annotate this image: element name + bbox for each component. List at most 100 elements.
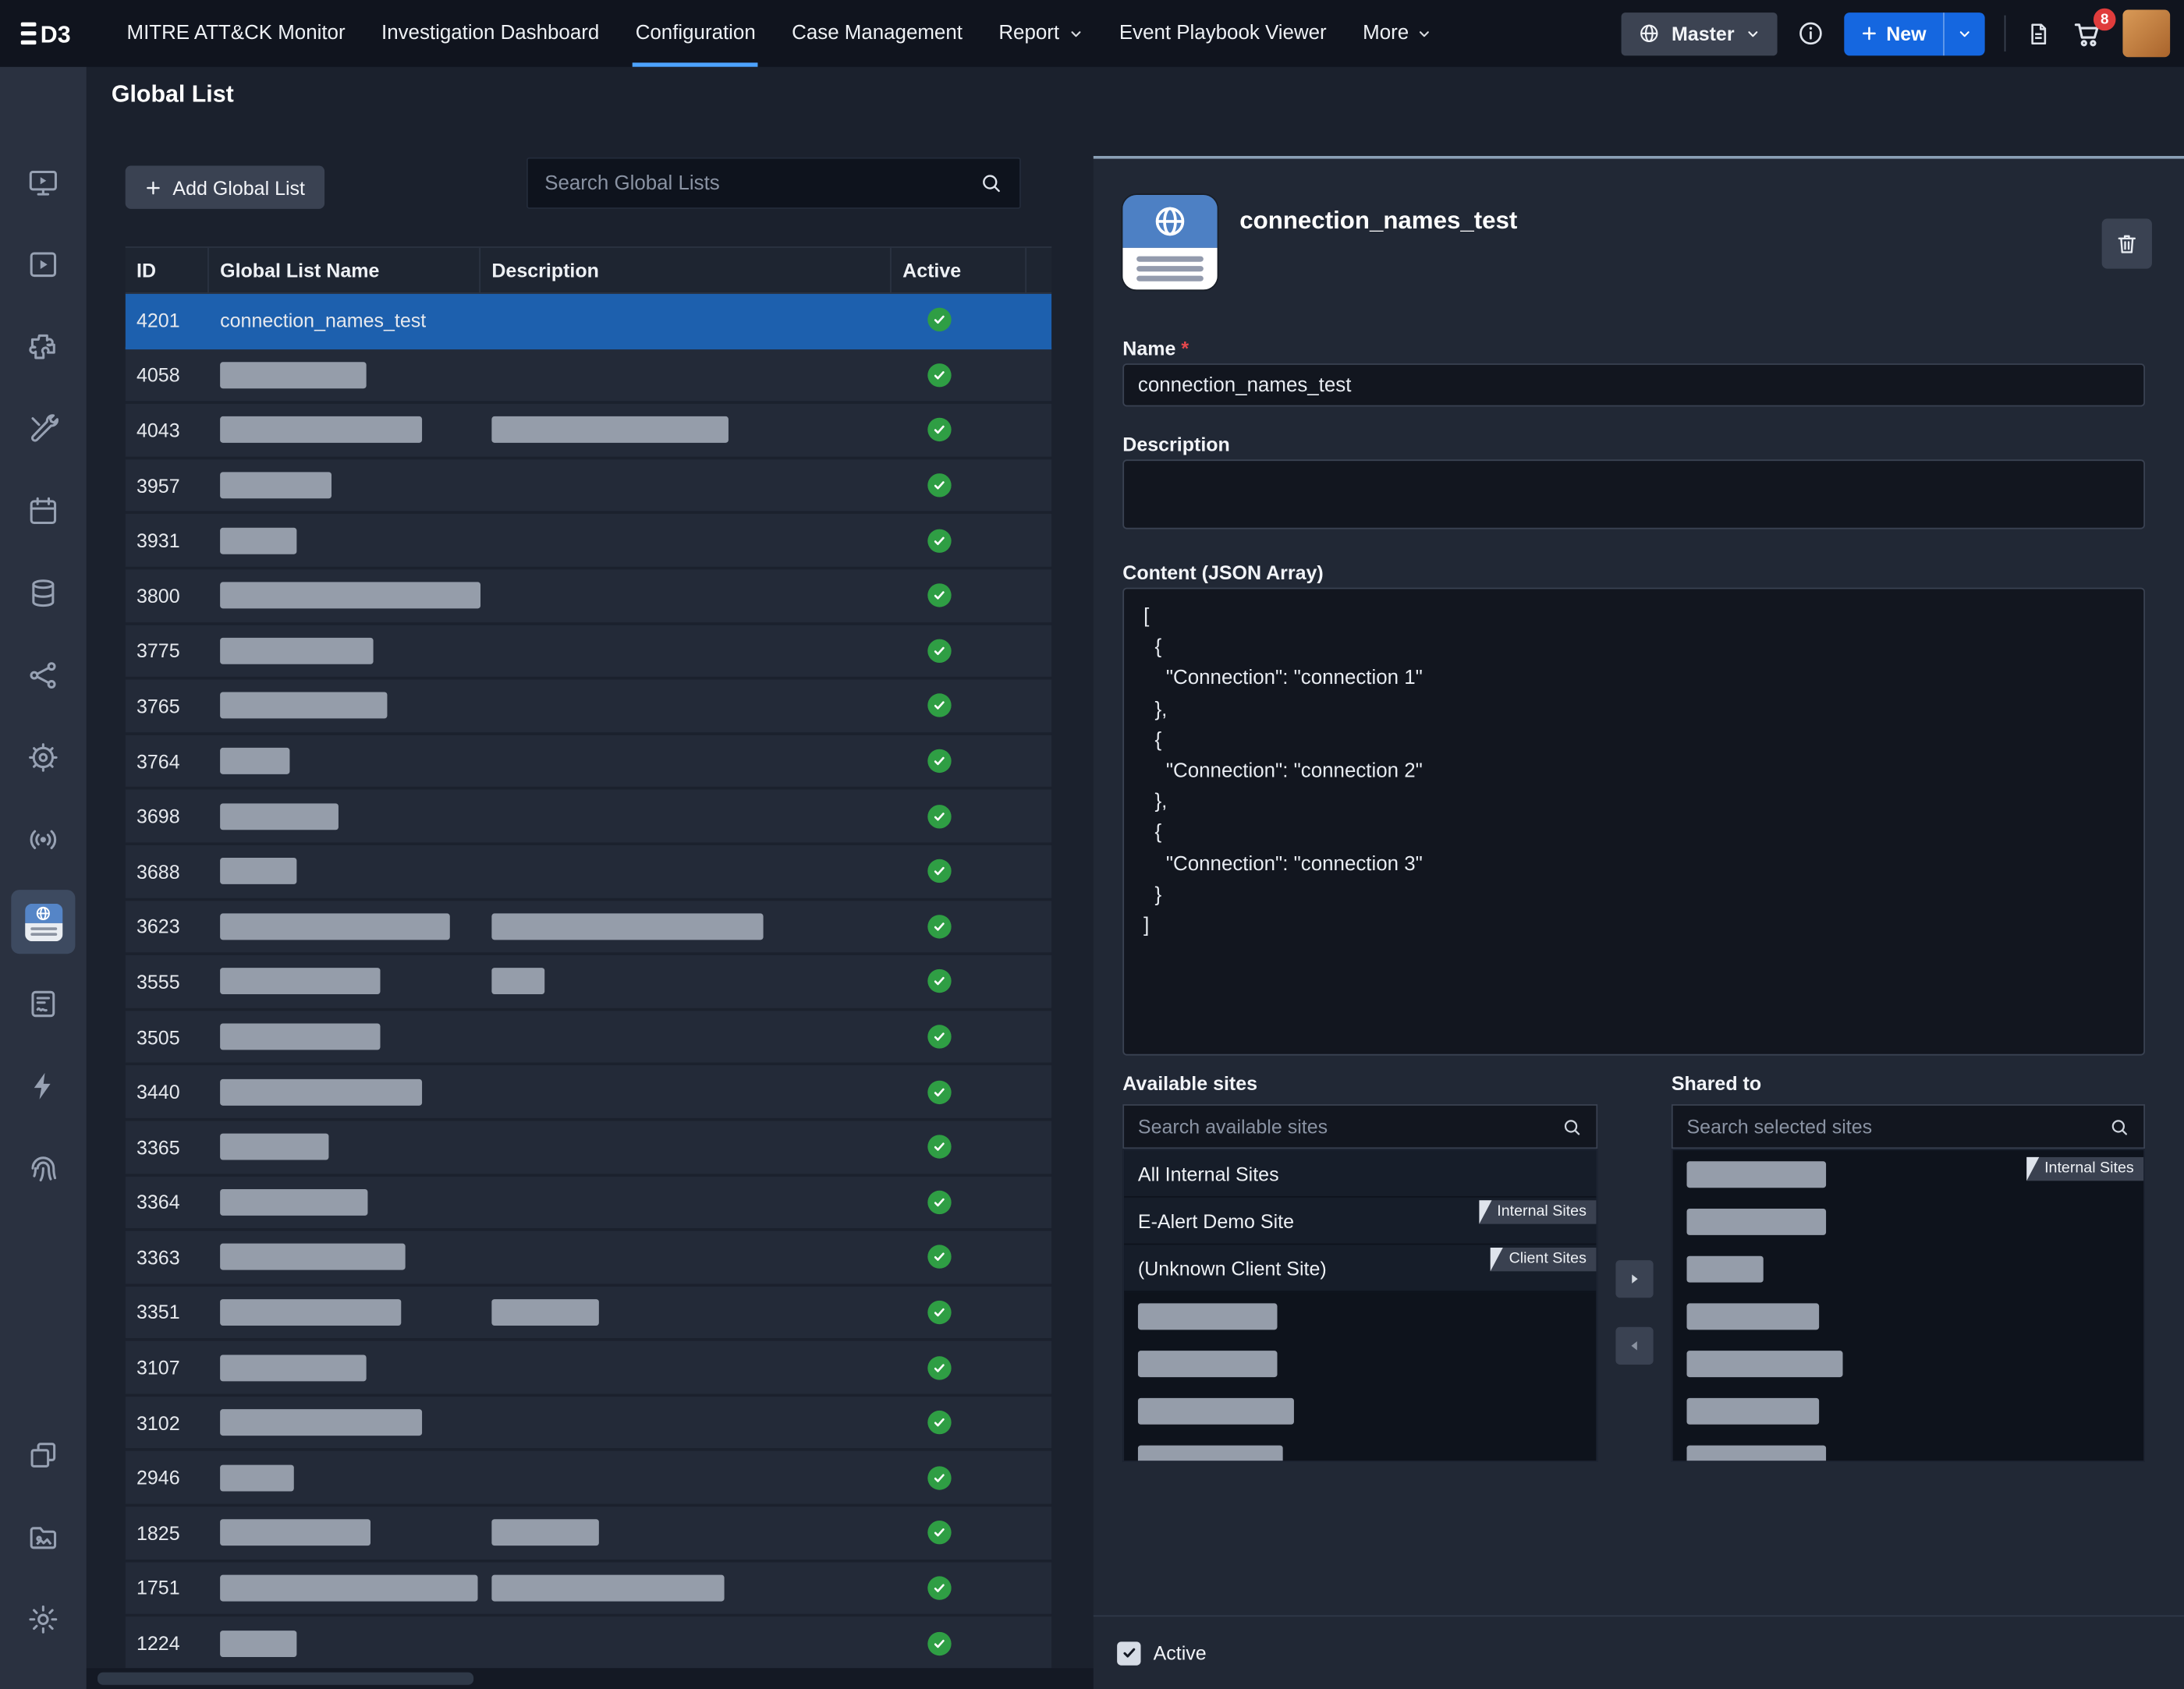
site-item[interactable] bbox=[1124, 1340, 1596, 1387]
sidebar-item-dashboards[interactable] bbox=[11, 150, 75, 214]
sidebar-item-playbooks[interactable] bbox=[11, 232, 75, 296]
table-row[interactable]: 4043 bbox=[126, 404, 1051, 459]
table-row[interactable]: 3440 bbox=[126, 1066, 1051, 1121]
sidebar-item-connections[interactable] bbox=[11, 643, 75, 707]
redacted-name bbox=[220, 582, 480, 609]
table-row[interactable]: 3764 bbox=[126, 735, 1051, 790]
table-row[interactable]: 3623 bbox=[126, 901, 1051, 956]
d3-logo[interactable]: D3 bbox=[20, 16, 83, 50]
sidebar-item-settings[interactable] bbox=[11, 1588, 75, 1652]
row-spacer bbox=[1026, 459, 1051, 512]
info-icon[interactable] bbox=[1797, 19, 1825, 48]
sidebar-item-integrations[interactable] bbox=[11, 315, 75, 379]
row-name bbox=[209, 901, 480, 953]
user-avatar[interactable] bbox=[2122, 9, 2170, 57]
move-right-button[interactable] bbox=[1615, 1260, 1653, 1298]
table-row[interactable]: 3765 bbox=[126, 680, 1051, 735]
row-description bbox=[480, 294, 892, 346]
row-description bbox=[480, 1617, 892, 1669]
table-row[interactable]: 3364 bbox=[126, 1176, 1051, 1231]
row-spacer bbox=[1026, 735, 1051, 787]
table-row[interactable]: 4058 bbox=[126, 349, 1051, 404]
site-item[interactable] bbox=[1673, 1198, 2144, 1245]
notifications-cart-icon[interactable]: 8 bbox=[2071, 17, 2103, 49]
sidebar-item-global-lists[interactable] bbox=[11, 890, 75, 954]
sidebar-item-fingerprint[interactable] bbox=[11, 1136, 75, 1200]
delete-button[interactable] bbox=[2102, 218, 2152, 268]
sidebar-item-api-settings[interactable] bbox=[11, 725, 75, 789]
table-row[interactable]: 3102 bbox=[126, 1397, 1051, 1452]
sidebar-item-data-management[interactable] bbox=[11, 561, 75, 625]
table-row[interactable]: 3800 bbox=[126, 569, 1051, 625]
table-row[interactable]: 3505 bbox=[126, 1011, 1051, 1066]
site-item[interactable] bbox=[1124, 1292, 1596, 1340]
scrollbar-thumb[interactable] bbox=[98, 1673, 473, 1685]
nav-item[interactable]: MITRE ATT&CK Monitor bbox=[108, 0, 363, 67]
nav-item[interactable]: Configuration bbox=[617, 0, 773, 67]
new-dropdown-caret[interactable] bbox=[1943, 12, 1985, 55]
name-input[interactable] bbox=[1122, 363, 2145, 406]
description-input[interactable] bbox=[1122, 459, 2145, 529]
site-item[interactable] bbox=[1673, 1434, 2144, 1462]
nav-item[interactable]: More bbox=[1345, 0, 1451, 67]
sidebar-item-file-library[interactable] bbox=[11, 1505, 75, 1569]
site-item[interactable] bbox=[1673, 1340, 2144, 1387]
site-item[interactable] bbox=[1673, 1387, 2144, 1435]
site-item[interactable] bbox=[1673, 1245, 2144, 1292]
sidebar-item-workspaces[interactable] bbox=[11, 1423, 75, 1487]
app-window: D3 MITRE ATT&CK Monitor Investigation Da… bbox=[0, 0, 2184, 1689]
release-notes-icon[interactable] bbox=[2025, 20, 2051, 47]
sidebar-item-schedules[interactable] bbox=[11, 479, 75, 543]
global-list-search-input[interactable] bbox=[528, 172, 963, 195]
table-row[interactable]: 3365 bbox=[126, 1121, 1051, 1176]
shared-sites-list: Internal Sites bbox=[1672, 1149, 2145, 1462]
sidebar-item-forms[interactable] bbox=[11, 972, 75, 1036]
add-global-list-button[interactable]: Add Global List bbox=[126, 165, 324, 208]
table-row[interactable]: 2946 bbox=[126, 1452, 1051, 1507]
row-spacer bbox=[1026, 349, 1051, 401]
table-row[interactable]: 3698 bbox=[126, 790, 1051, 845]
redacted-name bbox=[220, 1189, 367, 1216]
table-row[interactable]: 3351 bbox=[126, 1286, 1051, 1341]
active-checkbox[interactable] bbox=[1117, 1641, 1140, 1664]
sidebar-item-automations[interactable] bbox=[11, 1054, 75, 1118]
table-row[interactable]: 1751 bbox=[126, 1562, 1051, 1617]
available-sites-search-input[interactable] bbox=[1124, 1115, 1548, 1138]
nav-item[interactable]: Investigation Dashboard bbox=[363, 0, 618, 67]
row-active bbox=[892, 1397, 1026, 1449]
sidebar-item-event-intake[interactable] bbox=[11, 808, 75, 872]
shared-sites-search-input[interactable] bbox=[1673, 1115, 2095, 1138]
row-spacer bbox=[1026, 1452, 1051, 1504]
table-row[interactable]: 3775 bbox=[126, 625, 1051, 680]
site-item[interactable] bbox=[1673, 1150, 2144, 1198]
table-row[interactable]: 3107 bbox=[126, 1341, 1051, 1397]
table-row[interactable]: 4201 connection_names_test bbox=[126, 294, 1051, 349]
nav-item[interactable]: Event Playbook Viewer bbox=[1101, 0, 1345, 67]
notification-badge: 8 bbox=[2094, 8, 2116, 30]
site-item[interactable]: (Unknown Client Site) Client Sites bbox=[1124, 1245, 1596, 1292]
move-left-button[interactable] bbox=[1615, 1327, 1653, 1365]
site-item-label: All Internal Sites bbox=[1138, 1162, 1279, 1184]
nav-item[interactable]: Report bbox=[980, 0, 1101, 67]
table-row[interactable]: 3931 bbox=[126, 515, 1051, 570]
site-item[interactable] bbox=[1124, 1387, 1596, 1435]
nav-item[interactable]: Case Management bbox=[774, 0, 980, 67]
active-check-icon bbox=[927, 1025, 951, 1048]
chevron-down-icon bbox=[1746, 26, 1761, 41]
table-row[interactable]: 1224 bbox=[126, 1617, 1051, 1669]
site-item[interactable]: All Internal Sites bbox=[1124, 1150, 1596, 1198]
redacted-site-name bbox=[1138, 1350, 1278, 1376]
content-json-editor[interactable]: [ { "Connection": "connection 1" }, { "C… bbox=[1122, 588, 2145, 1056]
site-item[interactable] bbox=[1673, 1292, 2144, 1340]
table-row[interactable]: 3555 bbox=[126, 955, 1051, 1011]
site-item[interactable] bbox=[1124, 1434, 1596, 1462]
new-button[interactable]: New bbox=[1845, 12, 1985, 55]
search-icon bbox=[2095, 1116, 2144, 1137]
site-scope-dropdown[interactable]: Master bbox=[1622, 12, 1778, 55]
site-item[interactable]: E-Alert Demo Site Internal Sites bbox=[1124, 1198, 1596, 1245]
table-row[interactable]: 3363 bbox=[126, 1231, 1051, 1287]
table-row[interactable]: 3957 bbox=[126, 459, 1051, 515]
table-row[interactable]: 1825 bbox=[126, 1507, 1051, 1562]
sidebar-item-utilities[interactable] bbox=[11, 397, 75, 461]
table-row[interactable]: 3688 bbox=[126, 845, 1051, 901]
